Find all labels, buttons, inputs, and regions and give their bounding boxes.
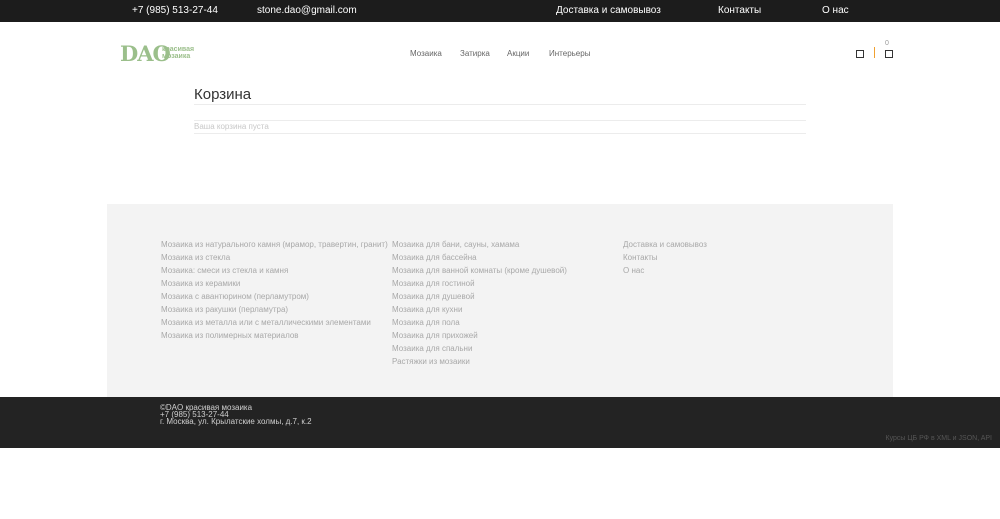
footer-link[interactable]: Мозаика из металла или с металлическими … xyxy=(161,316,388,329)
footer-link[interactable]: Мозаика для бани, сауны, хамама xyxy=(392,238,567,251)
email-link[interactable]: stone.dao@gmail.com xyxy=(257,5,357,16)
footer-column-materials: Мозаика из натурального камня (мрамор, т… xyxy=(161,238,388,342)
footer-link[interactable]: Мозаика для пола xyxy=(392,316,567,329)
footer-link[interactable]: О нас xyxy=(623,264,707,277)
footer-link[interactable]: Мозаика для кухни xyxy=(392,303,567,316)
footer-link[interactable]: Мозаика для гостиной xyxy=(392,277,567,290)
title-divider xyxy=(194,104,806,105)
footer-column-info: Доставка и самовывоз Контакты О нас xyxy=(623,238,707,277)
cart-bottom-divider xyxy=(194,133,806,134)
nav-grout[interactable]: Затирка xyxy=(460,49,490,58)
bottom-bar: ©DAO красивая мозаика +7 (985) 513-27-44… xyxy=(0,397,1000,448)
footer-column-rooms: Мозаика для бани, сауны, хамама Мозаика … xyxy=(392,238,567,368)
top-bar: +7 (985) 513-27-44 stone.dao@gmail.com Д… xyxy=(0,0,1000,23)
logo-tagline-1: красивая xyxy=(162,46,195,53)
divider xyxy=(874,47,875,58)
footer-link[interactable]: Растяжки из мозаики xyxy=(392,355,567,368)
logo-tagline-2: мозаика xyxy=(162,53,191,60)
nav-interiors[interactable]: Интерьеры xyxy=(549,49,590,58)
footer-link[interactable]: Мозаика для душевой xyxy=(392,290,567,303)
footer-link[interactable]: Мозаика для прихожей xyxy=(392,329,567,342)
nav-mosaic[interactable]: Мозаика xyxy=(410,49,442,58)
company-info: ©DAO красивая мозаика +7 (985) 513-27-44… xyxy=(160,404,312,426)
currency-rates-link[interactable]: Курсы ЦБ РФ в XML и JSON, API xyxy=(886,435,993,442)
footer-links-area: Мозаика из натурального камня (мрамор, т… xyxy=(107,204,893,397)
footer-link[interactable]: Мозаика из полимерных материалов xyxy=(161,329,388,342)
site-header: DAO красивая мозаика Мозаика Затирка Акц… xyxy=(0,22,1000,82)
footer-link[interactable]: Мозаика из натурального камня (мрамор, т… xyxy=(161,238,388,251)
footer-link[interactable]: Мозаика для спальни xyxy=(392,342,567,355)
nav-sales[interactable]: Акции xyxy=(507,49,529,58)
cart-top-divider xyxy=(194,120,806,121)
contacts-link[interactable]: Контакты xyxy=(718,5,761,16)
cart-count: 0 xyxy=(885,40,889,47)
footer-link[interactable]: Мозаика с авантюрином (перламутром) xyxy=(161,290,388,303)
empty-cart-message: Ваша корзина пуста xyxy=(194,122,269,131)
phone-link[interactable]: +7 (985) 513-27-44 xyxy=(132,5,218,16)
address: г. Москва, ул. Крылатские холмы, д.7, к.… xyxy=(160,417,312,426)
footer-link[interactable]: Мозаика для бассейна xyxy=(392,251,567,264)
page-title: Корзина xyxy=(194,86,252,103)
footer-link[interactable]: Мозаика: смеси из стекла и камня xyxy=(161,264,388,277)
cart-icon[interactable] xyxy=(885,50,893,58)
footer-link[interactable]: Контакты xyxy=(623,251,707,264)
delivery-link[interactable]: Доставка и самовывоз xyxy=(556,5,661,16)
footer-link[interactable]: Доставка и самовывоз xyxy=(623,238,707,251)
about-link[interactable]: О нас xyxy=(822,5,849,16)
footer-link[interactable]: Мозаика для ванной комнаты (кроме душево… xyxy=(392,264,567,277)
footer-link[interactable]: Мозаика из керамики xyxy=(161,277,388,290)
footer-link[interactable]: Мозаика из стекла xyxy=(161,251,388,264)
search-icon[interactable] xyxy=(856,50,864,58)
footer-link[interactable]: Мозаика из ракушки (перламутра) xyxy=(161,303,388,316)
